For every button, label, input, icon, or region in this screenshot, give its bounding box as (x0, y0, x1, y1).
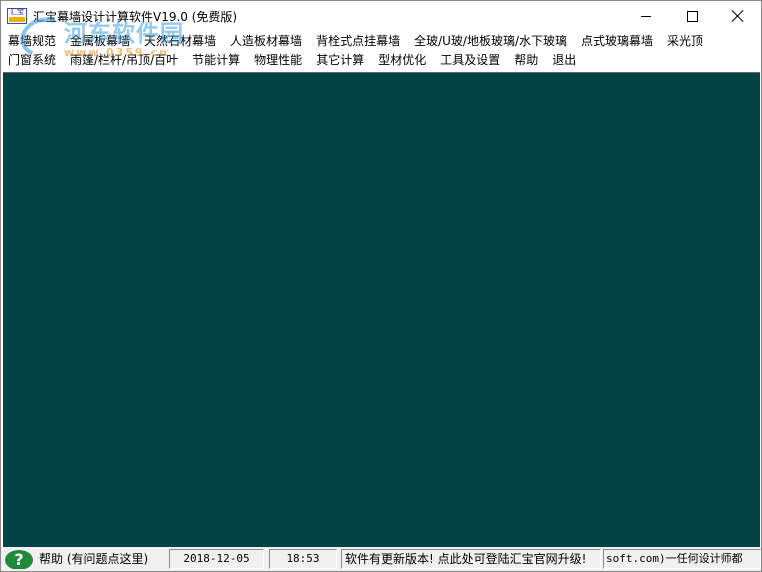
menu-item[interactable]: 幕墙规范 (1, 32, 63, 51)
menu-item[interactable]: 门窗系统 (1, 51, 63, 70)
minimize-button[interactable] (623, 1, 669, 31)
menu-item[interactable]: 点式玻璃幕墙 (574, 32, 660, 51)
update-link[interactable]: 软件有更新版本! 点此处可登陆汇宝官网升级! (341, 549, 601, 569)
menu-item[interactable]: 其它计算 (309, 51, 371, 70)
minimize-icon (641, 15, 651, 17)
status-time: 18:53 (269, 549, 337, 569)
client-area[interactable] (3, 72, 760, 547)
menu-item[interactable]: 金属板幕墙 (63, 32, 137, 51)
menu-item[interactable]: 型材优化 (371, 51, 433, 70)
help-icon[interactable]: ? (5, 550, 33, 569)
title-bar[interactable]: 汇宝 汇宝幕墙设计计算软件V19.0 (免费版) (1, 1, 761, 31)
app-icon[interactable]: 汇宝 (7, 8, 27, 24)
app-icon-bar (9, 17, 25, 22)
menu-item[interactable]: 天然石材幕墙 (137, 32, 223, 51)
menu-row-2: 门窗系统 雨篷/栏杆/吊顶/百叶 节能计算 物理性能 其它计算 型材优化 工具及设置 帮助 退出 (1, 51, 583, 70)
maximize-button[interactable] (669, 1, 715, 31)
menu-item[interactable]: 采光顶 (660, 32, 710, 51)
status-date: 2018-12-05 (169, 549, 264, 569)
close-icon (732, 10, 744, 22)
menu-item[interactable]: 节能计算 (185, 51, 247, 70)
menu-item[interactable]: 背栓式点挂幕墙 (309, 32, 407, 51)
status-bar: ? 帮助 (有问题点这里) 2018-12-05 18:53 软件有更新版本! … (1, 547, 761, 571)
help-label: 帮助 (有问题点这里) (39, 552, 149, 566)
menu-item[interactable]: 雨篷/栏杆/吊顶/百叶 (63, 51, 185, 70)
menu-item[interactable]: 帮助 (507, 51, 545, 70)
status-marquee: soft.com)一任何设计师都 (603, 549, 761, 569)
close-button[interactable] (715, 1, 761, 31)
menu-item[interactable]: 工具及设置 (433, 51, 507, 70)
maximize-icon (686, 10, 698, 22)
menu-item[interactable]: 人造板材幕墙 (223, 32, 309, 51)
help-pane[interactable]: ? 帮助 (有问题点这里) (1, 549, 164, 569)
menu-item[interactable]: 物理性能 (247, 51, 309, 70)
window-title: 汇宝幕墙设计计算软件V19.0 (免费版) (33, 10, 238, 24)
menu-row-1: 幕墙规范 金属板幕墙 天然石材幕墙 人造板材幕墙 背栓式点挂幕墙 全玻/U玻/地板玻璃/水… (1, 32, 710, 51)
menu-item[interactable]: 全玻/U玻/地板玻璃/水下玻璃 (407, 32, 574, 51)
app-icon-label: 汇宝 (10, 8, 24, 16)
menu-bar: 幕墙规范 金属板幕墙 天然石材幕墙 人造板材幕墙 背栓式点挂幕墙 全玻/U玻/地板玻璃/水… (1, 32, 761, 72)
menu-item[interactable]: 退出 (545, 51, 583, 70)
app-window: 汇宝 汇宝幕墙设计计算软件V19.0 (免费版) 幕墙规范 金属板幕墙 天然石材幕墙… (0, 0, 762, 572)
